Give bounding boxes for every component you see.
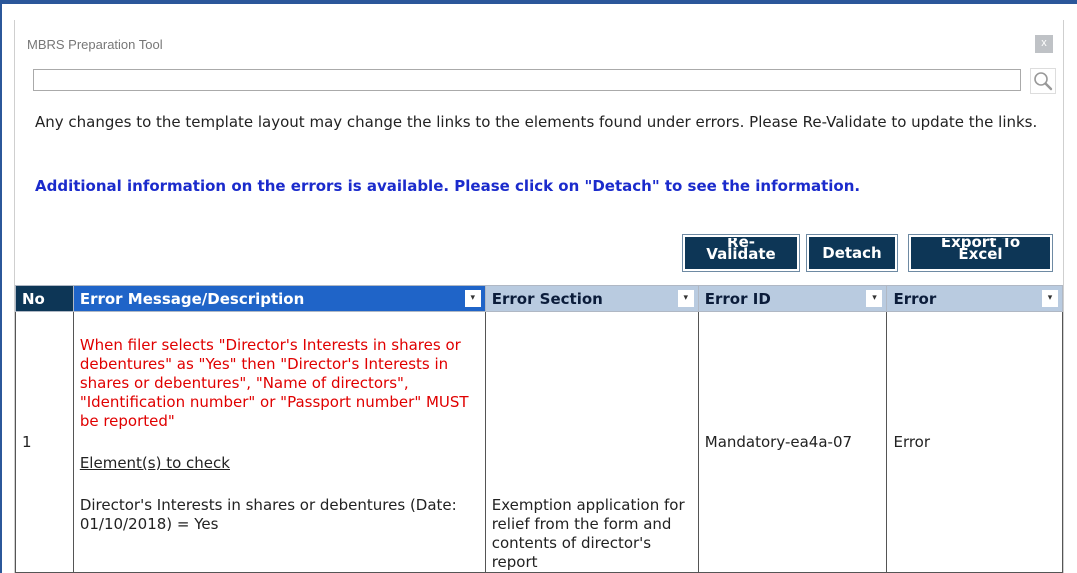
- revalidate-label-line2: Validate: [706, 245, 776, 263]
- search-icon[interactable]: [1030, 68, 1056, 94]
- dropdown-icon[interactable]: ▾: [677, 290, 694, 307]
- column-label-error-message: Error Message/Description: [79, 289, 305, 308]
- cell-error: Error: [886, 311, 1063, 573]
- panel-titlebar: MBRS Preparation Tool x: [15, 20, 1063, 56]
- detach-notice: Additional information on the errors is …: [35, 177, 861, 195]
- error-message-text: When filer selects "Director's Interests…: [79, 336, 469, 430]
- column-header-no[interactable]: No: [15, 285, 74, 312]
- cell-error-message: When filer selects "Director's Interests…: [72, 311, 486, 573]
- layout-notice: Any changes to the template layout may c…: [35, 113, 1038, 131]
- column-label-error-section: Error Section: [491, 289, 603, 308]
- dropdown-icon[interactable]: ▾: [1042, 290, 1058, 307]
- window-frame-top: [0, 0, 1077, 4]
- cell-no: 1: [15, 311, 74, 573]
- close-icon[interactable]: x: [1035, 35, 1053, 53]
- column-label-no: No: [22, 289, 45, 308]
- window-frame-left: [0, 0, 2, 573]
- column-label-error-id: Error ID: [704, 289, 771, 308]
- column-header-error-section[interactable]: Error Section ▾: [484, 285, 699, 312]
- export-label-line2: Excel: [958, 245, 1003, 263]
- column-label-error: Error: [893, 289, 937, 308]
- column-header-error[interactable]: Error ▾: [886, 285, 1063, 312]
- detach-label: Detach: [822, 244, 882, 262]
- element-value-link[interactable]: Director's Interests in shares or debent…: [80, 496, 479, 534]
- table-header-row: No Error Message/Description ▾ Error Sec…: [15, 285, 1063, 312]
- mbrs-panel: MBRS Preparation Tool x Any changes to t…: [14, 20, 1064, 573]
- cell-error-section: Exemption application for relief from th…: [484, 311, 699, 573]
- panel-title: MBRS Preparation Tool: [27, 37, 163, 52]
- errors-table: No Error Message/Description ▾ Error Sec…: [15, 285, 1063, 573]
- column-header-error-id[interactable]: Error ID ▾: [697, 285, 888, 312]
- dropdown-icon[interactable]: ▾: [866, 290, 883, 307]
- cell-error-id: Mandatory-ea4a-07: [697, 311, 888, 573]
- dropdown-icon[interactable]: ▾: [464, 290, 481, 307]
- detach-button[interactable]: Detach: [809, 237, 895, 269]
- revalidate-button[interactable]: Re- Validate: [685, 237, 797, 269]
- search-input[interactable]: [33, 69, 1021, 91]
- column-header-error-message[interactable]: Error Message/Description ▾: [72, 285, 486, 312]
- elements-to-check-heading: Element(s) to check: [79, 454, 230, 472]
- export-excel-button[interactable]: Export To Excel: [911, 237, 1050, 269]
- table-row[interactable]: 1 When filer selects "Director's Interes…: [15, 311, 1063, 573]
